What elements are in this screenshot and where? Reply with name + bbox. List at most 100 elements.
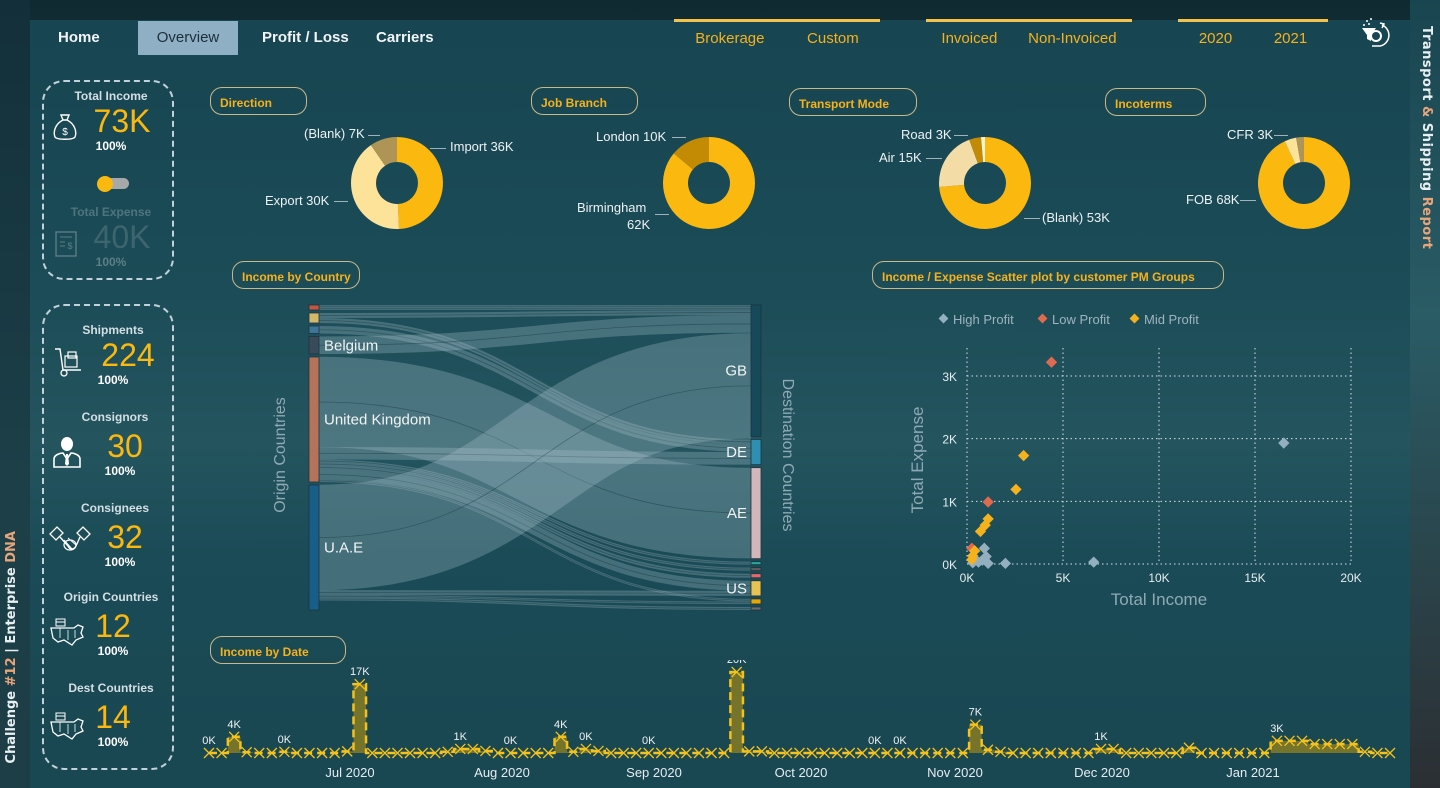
sankey-source-node[interactable] [308,356,320,483]
title-amp: & [1419,106,1434,118]
nav-home[interactable]: Home [30,21,138,55]
data-label: 0K [278,734,292,746]
challenge-title: Challenge #12 | Enterprise DNA [4,531,19,764]
data-label: 0K [202,735,216,747]
title-shipping: Shipping [1419,117,1434,197]
sankey-target-node[interactable] [750,606,762,611]
map-icon [50,618,86,650]
sankey-source-label: Belgium [324,337,378,354]
sankey-source-node[interactable] [308,336,320,355]
enterprise-word: Enterprise [4,563,19,644]
handshake-icon [48,524,92,560]
sankey-target-node[interactable] [750,467,762,560]
income-expense-toggle[interactable] [97,176,129,192]
legend-marker [938,313,949,324]
x-tick-label: Jul 2020 [325,765,374,780]
sankey-target-node[interactable] [750,561,762,566]
x-tick-label: Jan 2021 [1226,765,1280,780]
slice-label: Import 36K [450,139,514,154]
slice-label: (Blank) 53K [1042,210,1110,225]
leader-line [1024,218,1040,219]
leader-line [1240,200,1256,201]
scatter-point[interactable] [1010,483,1022,496]
slice-label: London 10K [596,129,667,144]
legend-marker [1037,313,1048,324]
legend-label[interactable]: High Profit [953,312,1014,327]
scatter-point[interactable] [982,496,994,508]
legend-label[interactable]: Mid Profit [1144,312,1199,327]
left-strip: Challenge #12 | Enterprise DNA [0,0,30,788]
sankey-target-node[interactable] [750,573,762,579]
sankey-source-node[interactable] [308,325,320,334]
section-title-direction: Direction [210,87,307,115]
sankey-target-node[interactable] [750,598,762,605]
section-title-transport-mode: Transport Mode [789,88,917,116]
nav-carriers[interactable]: Carriers [370,21,470,55]
legend-label[interactable]: Low Profit [1052,312,1110,327]
area-line [209,670,1390,755]
scatter-point[interactable] [1017,449,1030,462]
sankey-target-node[interactable] [750,567,762,572]
sankey-left-axis-label: Origin Countries [272,397,289,513]
slicer-option-brokerage[interactable]: Brokerage [695,30,764,47]
data-label: 0K [868,735,882,747]
sankey-source-node[interactable] [308,304,320,311]
kpi-label: Dest Countries [68,681,154,695]
donut-slice-import[interactable] [397,137,444,229]
slicer-option-2020[interactable]: 2020 [1199,30,1232,47]
kpi-label: Consignees [80,501,149,515]
slicer-option-non-invoiced[interactable]: Non-Invoiced [1028,30,1116,47]
dna-word: DNA [4,531,19,564]
data-label: 17K [350,666,370,678]
slicer-option-custom[interactable]: Custom [807,30,859,47]
challenge-number: #12 [4,657,19,687]
y-axis-title: Total Expense [908,407,927,514]
sankey-target-node[interactable] [750,304,762,437]
slicer-bar [926,19,1132,22]
leader-line [672,137,686,138]
sankey-target-label: US [726,580,747,597]
donut-chart-direction [350,137,444,229]
slicer-option-2021[interactable]: 2021 [1274,30,1307,47]
invoice-icon: $ [54,230,78,262]
sankey-right-axis-label: Destination Countries [779,379,796,532]
nav-overview[interactable]: Overview [138,21,238,55]
map-icon [50,712,86,744]
person-icon [52,435,82,473]
slicer-option-invoiced[interactable]: Invoiced [941,30,997,47]
sankey-source-node[interactable] [308,484,320,611]
sankey-target-node[interactable] [750,580,762,597]
sankey-source-node[interactable] [308,312,320,324]
leader-line [430,148,446,149]
y-tick-label: 1K [942,495,957,509]
slice-label-birmingham-value: 62K [627,217,651,232]
scatter-point[interactable] [978,542,990,554]
x-tick-label: Oct 2020 [775,765,828,780]
slice-label: FOB 68K [1186,192,1240,207]
scatter-point[interactable] [999,557,1012,570]
slicer-bar [1178,19,1328,22]
kpi-label: Consignors [81,410,149,424]
x-tick-label: Aug 2020 [474,765,530,780]
slicer-invoice-status: Invoiced Non-Invoiced [926,19,1132,59]
scatter-point[interactable] [1045,356,1058,368]
y-tick-label: 0K [942,558,957,572]
filter-reset-icon[interactable] [1358,16,1394,50]
y-tick-label: 3K [942,370,957,384]
area-income-by-date: 0K 4K 0K 17K 1K 0K 4K 0K 0K 20K 0K 0K 7K 1K 3K 0K Jul 20… [202,660,1410,780]
leader-line [655,214,669,215]
sankey-target-label: AE [727,505,747,522]
x-tick-label: 10K [1148,571,1169,585]
leader-line [926,158,942,159]
donut-chart-transport-mode [939,137,1031,229]
sankey-target-node[interactable] [750,439,762,466]
nav-profit-loss[interactable]: Profit / Loss [238,21,370,55]
data-label: 7K [969,707,983,719]
data-label: 4K [554,719,568,731]
separator: | [4,644,19,658]
report-title: Transport & Shipping Report [1419,26,1434,249]
area-fill [209,672,1390,753]
section-title-income-by-country: Income by Country [232,261,360,289]
sankey-target-label: GB [725,363,747,380]
scatter-point[interactable] [1088,556,1100,568]
